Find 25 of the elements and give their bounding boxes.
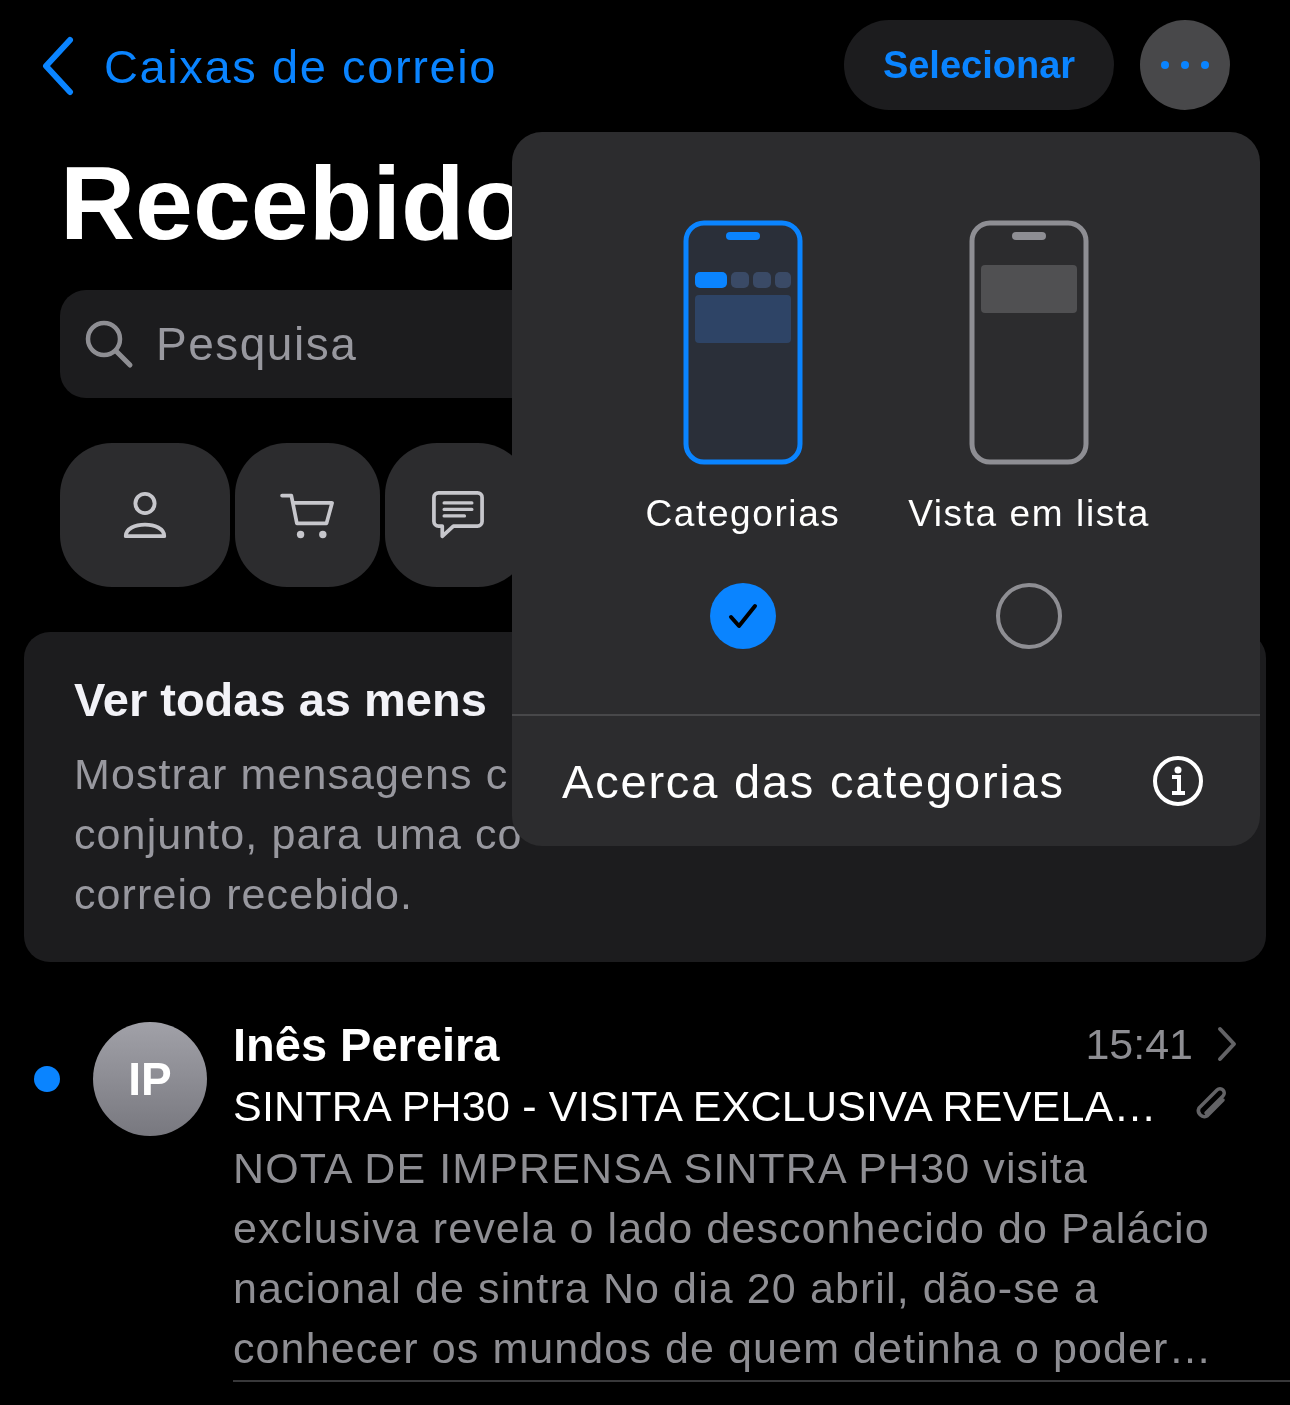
category-button[interactable] — [235, 443, 380, 587]
option-label: Categorias — [645, 493, 841, 535]
select-button[interactable]: Selecionar — [844, 20, 1114, 110]
message-subject: SINTRA PH30 - VISITA EXCLUSIVA REVELA… — [233, 1081, 1157, 1131]
page-title: Recebido — [60, 144, 530, 263]
back-link[interactable]: Caixas de correio — [104, 38, 497, 94]
chat-icon — [429, 490, 486, 540]
message-preview: NOTA DE IMPRENSA SINTRA PH30 visita exclusiva revela o lado desconhecido do Palácio nacional de sintra No dia 20 abril, dão-se a conhecer os mundos de quem detinha o poder… — [233, 1143, 1214, 1374]
radio-button[interactable] — [996, 583, 1062, 649]
card-title: Ver todas as mens — [74, 672, 488, 728]
search-icon — [84, 319, 134, 369]
message-time: 15:41 — [1085, 1019, 1193, 1069]
card-text: conjunto, para uma co — [74, 809, 523, 860]
more-icon — [1160, 60, 1210, 70]
about-label: Acerca das categorias — [562, 753, 1065, 809]
checkmark-icon — [728, 603, 758, 629]
card-text: correio recebido. — [74, 869, 413, 920]
chevron-icon — [1217, 1026, 1237, 1062]
info-icon — [1152, 755, 1204, 807]
category-button[interactable] — [60, 443, 230, 587]
sender-name: Inês Pereira — [233, 1016, 500, 1072]
back-chevron-icon — [40, 36, 76, 96]
avatar: IP — [93, 1022, 207, 1136]
option-label: Vista em lista — [908, 493, 1150, 535]
card-text: Mostrar mensagens c — [74, 749, 509, 800]
